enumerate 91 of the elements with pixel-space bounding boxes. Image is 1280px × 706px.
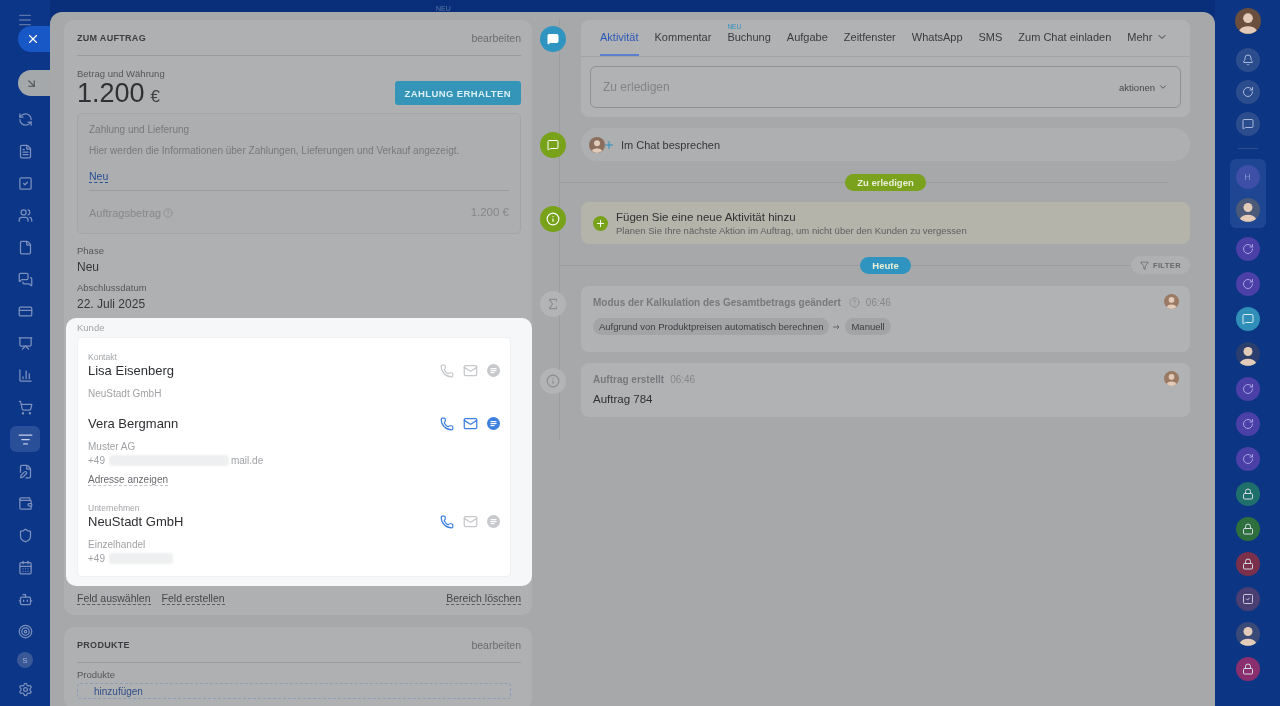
phone-icon[interactable] — [440, 416, 454, 431]
lock-icon[interactable] — [1235, 657, 1260, 681]
chat-icon[interactable] — [487, 417, 500, 430]
chat-avatar — [1235, 342, 1260, 366]
avatar-icon — [589, 136, 605, 153]
contact-name[interactable]: Lisa Eisenberg — [88, 363, 174, 378]
info-icon — [540, 368, 566, 394]
address-link[interactable]: Adresse anzeigen — [88, 474, 169, 486]
contact-name[interactable]: NeuStadt GmbH — [88, 514, 184, 529]
field-label: Abschlussdatum — [77, 282, 148, 293]
phone-prefix: +49 — [88, 455, 105, 466]
event-body: Auftrag 784 — [593, 393, 654, 405]
add-activity-title: Fügen Sie eine neue Aktivität hinzu — [616, 210, 797, 223]
field-label: Produkte — [77, 669, 117, 680]
old-value-chip: Aufgrund von Produktpreisen automatisch berechnen — [593, 318, 830, 335]
chat-label: Im Chat besprechen — [621, 138, 721, 151]
author-avatar — [1164, 371, 1179, 386]
field-label: Kunde — [77, 322, 106, 333]
arrow-icon — [833, 323, 842, 330]
bell-icon[interactable] — [1235, 48, 1260, 72]
plus-icon[interactable] — [603, 138, 615, 151]
plus-icon[interactable] — [593, 215, 608, 231]
lock-icon[interactable] — [1235, 482, 1260, 506]
tab[interactable]: Mehr — [1127, 20, 1169, 56]
sync-chat-icon[interactable] — [1235, 377, 1260, 401]
tab[interactable]: Aktivität — [600, 20, 639, 56]
author-avatar — [1164, 294, 1179, 309]
field-link[interactable]: Feld auswählen — [77, 592, 151, 605]
company-name: NeuStadt GmbH — [88, 388, 163, 399]
tab[interactable]: SMS — [978, 20, 1003, 56]
section-title: ZUM AUFTRAG — [77, 32, 146, 43]
settings-icon[interactable] — [17, 682, 33, 697]
payment-button[interactable]: ZAHLUNG ERHALTEN — [394, 81, 521, 105]
email-text: mail.de — [230, 455, 264, 466]
user-avatar[interactable]: S — [17, 652, 33, 668]
add-product-field[interactable]: hinzufügen — [77, 683, 511, 699]
collapse-button[interactable] — [18, 70, 50, 96]
lock-icon[interactable] — [1235, 517, 1260, 541]
add-activity-card[interactable]: Fügen Sie eine neue Aktivität hinzu Planen Sie Ihre nächste Aktion im Auftrag, um nicht über den Kunden zu vergessen — [581, 202, 1190, 244]
tab[interactable]: Zeitfenster — [843, 20, 896, 56]
sync-chat-icon[interactable] — [1235, 237, 1260, 261]
tab[interactable]: Aufgabe — [786, 20, 828, 56]
mail-icon[interactable] — [463, 416, 478, 431]
delete-section-link[interactable]: Bereich löschen — [446, 592, 521, 605]
new-value-chip: Manuell — [845, 318, 891, 335]
today-divider: Heute — [860, 257, 911, 274]
field-label: Betrag und Währung — [77, 68, 166, 79]
chat-icon[interactable] — [1235, 307, 1260, 331]
filter-icon[interactable] — [10, 426, 40, 452]
close-icon[interactable] — [26, 32, 40, 46]
amount-value: 1.200 — [77, 78, 145, 108]
add-activity-hint: Planen Sie Ihre nächste Aktion im Auftrag, um nicht über den Kunden zu vergessen — [616, 224, 967, 236]
phone-prefix: +49 — [88, 553, 105, 564]
menu-icon[interactable] — [17, 12, 33, 26]
chat-avatar — [1235, 198, 1260, 222]
field-value: Neu — [77, 260, 100, 274]
sync-chat-icon[interactable] — [1235, 412, 1260, 436]
user-avatar — [1234, 8, 1261, 34]
actions-dropdown[interactable]: aktionen — [1119, 81, 1168, 93]
chat-avatar — [1235, 622, 1260, 646]
tasks-icon[interactable] — [1235, 587, 1260, 611]
event-title: Modus der Kalkulation des Gesamtbetrags geändert — [593, 297, 841, 308]
new-link[interactable]: Neu — [89, 170, 109, 183]
tab[interactable]: Zum Chat einladen — [1018, 20, 1112, 56]
company-name: Muster AG — [88, 441, 137, 452]
chevron-icon[interactable] — [1158, 82, 1168, 92]
field-link[interactable]: Feld erstellen — [161, 592, 225, 605]
contact-type-label: Kontakt — [88, 352, 118, 362]
phone-icon[interactable] — [440, 514, 454, 529]
sync-chat-icon[interactable] — [1235, 447, 1260, 471]
sync-chat-icon[interactable] — [1235, 272, 1260, 296]
currency-symbol: € — [150, 87, 161, 106]
lock-icon[interactable] — [1235, 552, 1260, 576]
exchange-icon[interactable] — [1235, 112, 1260, 136]
todo-divider: Zu erledigen — [845, 174, 926, 191]
sum-icon — [540, 291, 566, 317]
chat-item[interactable]: Im Chat besprechen — [581, 128, 1190, 161]
section-title: PRODUKTE — [77, 639, 130, 650]
company-name: Einzelhandel — [88, 539, 147, 550]
chat-icon — [540, 132, 566, 158]
info-icon — [540, 206, 566, 232]
field-label: Phase — [77, 245, 105, 256]
contact-name[interactable]: Vera Bergmann — [88, 416, 179, 431]
close-button[interactable] — [18, 26, 50, 52]
field-value: 22. Juli 2025 — [77, 297, 147, 311]
contact-type-label: Unternehmen — [88, 503, 141, 513]
event-title: Auftrag erstellt — [593, 374, 665, 385]
tab[interactable]: WhatsApp — [911, 20, 963, 56]
sync-icon[interactable] — [1235, 80, 1260, 104]
comment-icon — [540, 26, 566, 52]
tab[interactable]: Kommentar — [654, 20, 712, 56]
